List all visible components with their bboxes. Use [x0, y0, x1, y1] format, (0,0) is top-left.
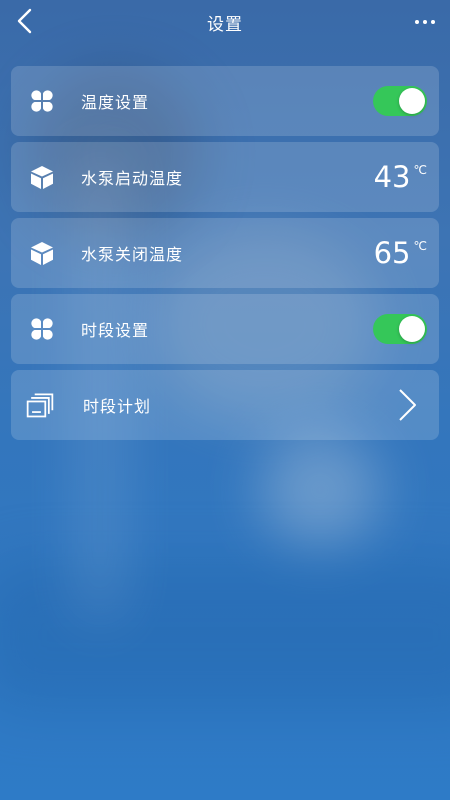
temperature-number: 65: [373, 236, 411, 270]
setting-label: 水泵关闭温度: [81, 245, 184, 264]
setting-row-pump-start-temperature[interactable]: 水泵启动温度 43 ℃: [11, 142, 439, 212]
more-dots-icon: [415, 20, 419, 24]
toggle-knob: [399, 88, 425, 114]
setting-row-temperature: 温度设置: [11, 66, 439, 136]
temperature-number: 43: [373, 160, 411, 194]
stacked-windows-icon: [25, 390, 55, 420]
temperature-unit: ℃: [413, 239, 427, 253]
four-petal-icon: [27, 314, 57, 344]
setting-row-period-plan[interactable]: 时段计划: [11, 370, 439, 440]
background-blur: [0, 560, 450, 710]
dot: [431, 20, 435, 24]
chevron-right-icon: [399, 389, 416, 421]
page-title: 设置: [207, 14, 243, 35]
period-toggle[interactable]: [373, 314, 427, 344]
four-petal-icon: [27, 86, 57, 116]
setting-row-period: 时段设置: [11, 294, 439, 364]
setting-label: 时段计划: [83, 397, 152, 416]
cube-icon: [27, 238, 57, 268]
cube-icon: [27, 162, 57, 192]
pump-start-temperature-value[interactable]: 43 ℃: [374, 162, 427, 192]
navigation-bar: 设置: [0, 0, 450, 44]
setting-row-pump-stop-temperature[interactable]: 水泵关闭温度 65 ℃: [11, 218, 439, 288]
temperature-toggle[interactable]: [373, 86, 427, 116]
setting-label: 温度设置: [81, 93, 150, 112]
back-button[interactable]: [10, 6, 40, 36]
setting-label: 时段设置: [81, 321, 150, 340]
more-button[interactable]: [410, 10, 440, 34]
temperature-unit: ℃: [413, 163, 427, 177]
background-blur: [260, 430, 380, 550]
dot: [423, 20, 427, 24]
pump-stop-temperature-value[interactable]: 65 ℃: [374, 238, 427, 268]
back-arrow-icon: [17, 8, 32, 34]
toggle-knob: [399, 316, 425, 342]
setting-label: 水泵启动温度: [81, 169, 184, 188]
